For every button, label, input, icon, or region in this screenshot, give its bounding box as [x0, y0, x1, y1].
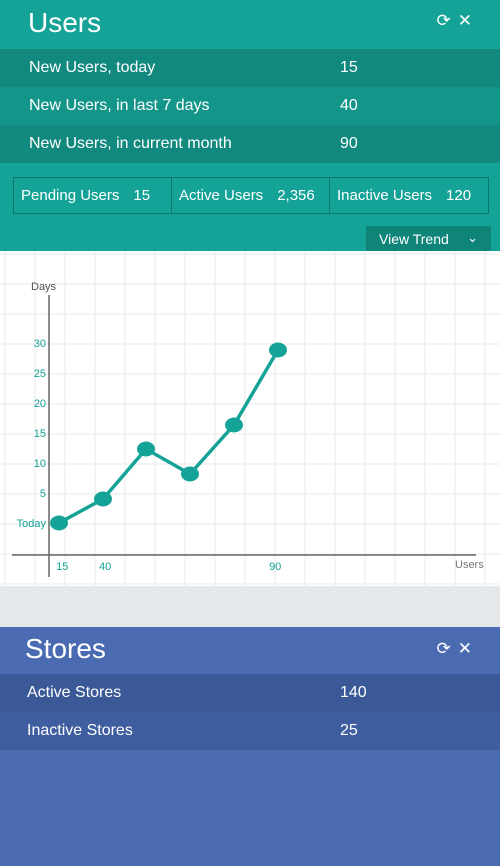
stat-value: 90 [340, 135, 358, 152]
data-point [94, 491, 112, 507]
stores-panel-header: Stores ⟳ ✕ [0, 627, 500, 675]
y-tick-label: Today [17, 518, 47, 530]
data-point [50, 515, 68, 531]
chart-svg: Days Users Today 5 10 15 20 25 30 15 40 90 [0, 251, 500, 586]
summary-label: Inactive Users [337, 187, 433, 204]
users-panel: Users ⟳ ✕ New Users, today 15 New Users, … [0, 0, 500, 251]
summary-inactive-users: Inactive Users 120 [330, 178, 488, 213]
view-trend-label: View Trend [379, 230, 449, 247]
stat-label: Active Stores [27, 684, 122, 701]
stores-panel: Stores ⟳ ✕ Active Stores 140 Inactive Sto… [0, 627, 500, 866]
summary-label: Pending Users [21, 187, 120, 204]
stat-label: New Users, today [29, 59, 156, 76]
users-panel-title: Users [28, 7, 102, 38]
data-point [269, 342, 287, 358]
stat-label: New Users, in last 7 days [29, 97, 210, 114]
view-trend-button[interactable]: View Trend ⌄ [366, 226, 491, 251]
stores-stat-row-active: Active Stores 140 [0, 674, 500, 712]
stat-value: 25 [340, 722, 358, 739]
y-tick-label: 15 [34, 428, 46, 440]
stores-panel-tools: ⟳ ✕ [430, 640, 473, 658]
chevron-down-icon: ⌄ [467, 230, 478, 245]
users-summary-bar: Pending Users 15 Active Users 2,356 Inac… [13, 177, 489, 214]
x-tick-label: 90 [269, 561, 281, 573]
summary-active-users: Active Users 2,356 [172, 178, 330, 213]
data-point [181, 466, 199, 482]
close-icon[interactable]: ✕ [458, 12, 472, 30]
users-stat-row-7-days: New Users, in last 7 days 40 [0, 87, 500, 125]
users-stat-row-month: New Users, in current month 90 [0, 125, 500, 163]
stat-value: 40 [340, 97, 358, 114]
stat-value: 15 [340, 59, 358, 76]
y-axis-label: Days [31, 281, 57, 293]
stores-panel-title: Stores [25, 633, 106, 664]
summary-value: 15 [133, 187, 151, 204]
data-point [225, 417, 243, 433]
y-tick-label: 10 [34, 458, 46, 470]
x-tick-label: 40 [99, 561, 111, 573]
users-panel-header: Users ⟳ ✕ [0, 0, 500, 48]
users-trend-chart: Days Users Today 5 10 15 20 25 30 15 40 90 [0, 251, 500, 586]
users-stat-row-today: New Users, today 15 [0, 49, 500, 87]
summary-value: 120 [446, 187, 472, 204]
summary-label: Active Users [179, 187, 264, 204]
stat-label: Inactive Stores [27, 722, 133, 739]
summary-value: 2,356 [277, 187, 315, 204]
summary-pending-users: Pending Users 15 [14, 178, 172, 213]
refresh-icon[interactable]: ⟳ [437, 12, 451, 30]
x-tick-label: 15 [56, 561, 68, 573]
refresh-icon[interactable]: ⟳ [437, 640, 451, 658]
close-icon[interactable]: ✕ [458, 640, 472, 658]
y-tick-label: 5 [40, 488, 46, 500]
y-tick-label: 30 [34, 338, 46, 350]
y-tick-label: 25 [34, 368, 46, 380]
y-tick-label: 20 [34, 398, 46, 410]
x-axis-label: Users [455, 559, 484, 571]
stat-label: New Users, in current month [29, 135, 232, 152]
data-point [137, 441, 155, 457]
users-panel-tools: ⟳ ✕ [430, 12, 473, 30]
stat-value: 140 [340, 684, 367, 701]
stores-stat-row-inactive: Inactive Stores 25 [0, 712, 500, 750]
